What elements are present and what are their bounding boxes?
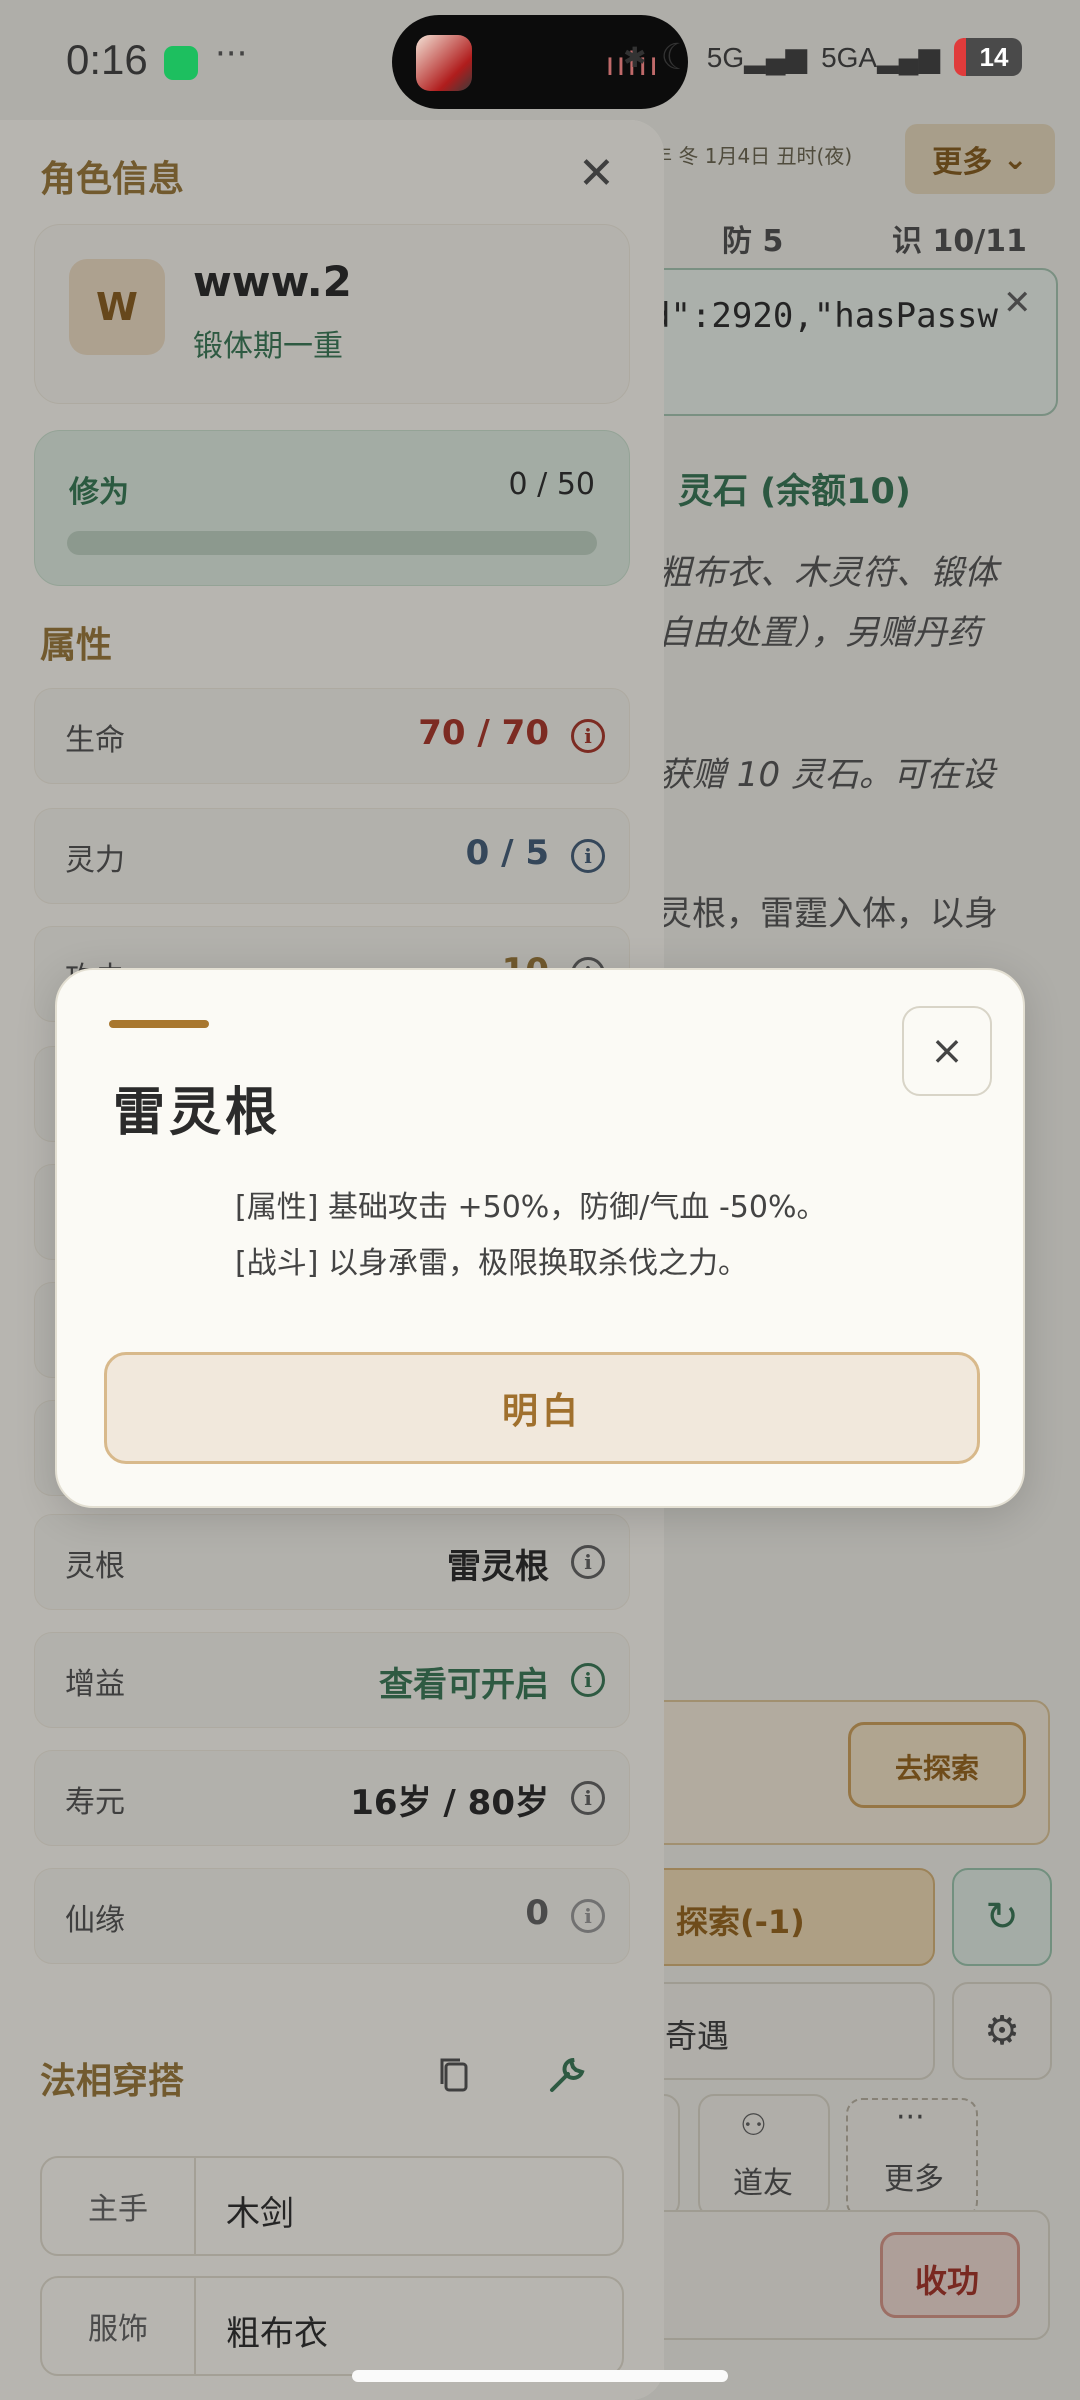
info-icon[interactable]: i bbox=[571, 1545, 605, 1579]
attr-label: 增益 bbox=[65, 1667, 125, 1702]
attr-row-lifespan: 寿元 16岁 / 80岁 i bbox=[34, 1750, 630, 1846]
status-icons: ✱ ☾ 5G▂▄▆ 5GA▂▄▆ 14 bbox=[623, 36, 1022, 78]
attr-value[interactable]: 查看可开启 bbox=[379, 1657, 549, 1706]
character-name: www.2 bbox=[193, 257, 352, 306]
moon-icon: ☾ bbox=[660, 36, 693, 77]
dialog-line-attr: [属性] 基础攻击 +50%，防御/气血 -50%。 bbox=[235, 1190, 827, 1225]
cultivation-label: 修为 bbox=[69, 475, 129, 510]
profile-card: W www.2 锻体期一重 bbox=[34, 224, 630, 404]
cultivation-card: 修为 0 / 50 bbox=[34, 430, 630, 586]
cultivation-value: 0 / 50 bbox=[508, 467, 595, 502]
bluetooth-icon: ✱ bbox=[623, 41, 647, 73]
attr-label: 寿元 bbox=[65, 1785, 125, 1820]
info-icon[interactable]: i bbox=[571, 839, 605, 873]
signal-5ga-icon: 5GA▂▄▆ bbox=[821, 41, 940, 73]
equip-row-clothing[interactable]: 服饰 粗布衣 bbox=[40, 2276, 624, 2376]
linggen-info-dialog: 雷灵根 × [属性] 基础攻击 +50%，防御/气血 -50%。 [战斗] 以身… bbox=[55, 968, 1025, 1508]
drawer-title: 角色信息 bbox=[40, 159, 185, 200]
equip-slot: 主手 bbox=[42, 2158, 196, 2254]
faxiang-heading: 法相穿搭 bbox=[40, 2061, 185, 2102]
equip-item: 粗布衣 bbox=[226, 2314, 328, 2354]
cultivation-progress-bar bbox=[67, 531, 597, 555]
understand-button[interactable]: 明白 bbox=[104, 1352, 980, 1464]
info-icon[interactable]: i bbox=[571, 1899, 605, 1933]
close-icon[interactable]: ✕ bbox=[578, 148, 615, 199]
equip-item: 木剑 bbox=[226, 2194, 294, 2234]
attr-row-buff: 增益 查看可开启 i bbox=[34, 1632, 630, 1728]
signal-5g-icon: 5G▂▄▆ bbox=[706, 41, 808, 73]
wrench-icon[interactable] bbox=[544, 2052, 590, 2098]
attr-value: 0 / 5 bbox=[465, 833, 549, 873]
dialog-close-button[interactable]: × bbox=[902, 1006, 992, 1096]
status-time: 0:16 bbox=[66, 36, 148, 83]
more-notifications-icon: ··· bbox=[215, 34, 248, 74]
equip-slot: 服饰 bbox=[42, 2278, 196, 2374]
equip-row-mainhand[interactable]: 主手 木剑 bbox=[40, 2156, 624, 2256]
attr-row-mana: 灵力 0 / 5 i bbox=[34, 808, 630, 904]
info-icon[interactable]: i bbox=[571, 1663, 605, 1697]
home-indicator[interactable] bbox=[352, 2370, 728, 2382]
title-accent-bar bbox=[109, 1020, 209, 1028]
status-bar: 0:16 ··· ıılıı ✱ ☾ 5G▂▄▆ 5GA▂▄▆ 14 bbox=[0, 0, 1080, 124]
info-icon[interactable]: i bbox=[571, 719, 605, 753]
attr-row-linggen: 灵根 雷灵根 i bbox=[34, 1514, 630, 1610]
attr-value: 雷灵根 bbox=[447, 1547, 549, 1587]
dialog-line-battle: [战斗] 以身承雷，极限换取杀伐之力。 bbox=[235, 1246, 748, 1281]
attr-value: 0 bbox=[525, 1893, 549, 1933]
media-thumbnail bbox=[416, 35, 472, 91]
attr-value: 70 / 70 bbox=[418, 713, 549, 753]
attr-label: 灵根 bbox=[65, 1549, 125, 1584]
avatar: W bbox=[69, 259, 165, 355]
attr-label: 仙缘 bbox=[65, 1903, 125, 1938]
attr-row-hp: 生命 70 / 70 i bbox=[34, 688, 630, 784]
attr-value: 16岁 / 80岁 bbox=[350, 1783, 549, 1823]
attr-label: 灵力 bbox=[65, 843, 125, 878]
battery-icon: 14 bbox=[954, 38, 1022, 76]
copy-icon[interactable] bbox=[432, 2052, 478, 2098]
attr-row-xianyuan: 仙缘 0 i bbox=[34, 1868, 630, 1964]
attributes-heading: 属性 bbox=[40, 625, 113, 666]
wechat-icon bbox=[164, 46, 198, 80]
dialog-title: 雷灵根 bbox=[113, 1083, 282, 1143]
info-icon[interactable]: i bbox=[571, 1781, 605, 1815]
attr-label: 生命 bbox=[65, 723, 125, 758]
character-realm: 锻体期一重 bbox=[193, 329, 343, 364]
